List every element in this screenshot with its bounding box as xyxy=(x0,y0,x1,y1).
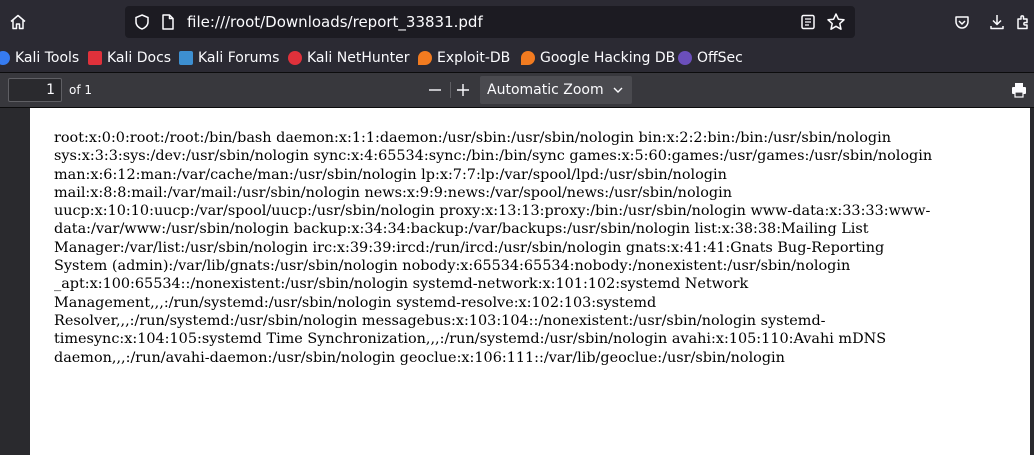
bookmark-kali-forums[interactable]: Kali Forums xyxy=(179,44,279,72)
exploit-db-icon xyxy=(418,51,432,65)
downloads-icon[interactable] xyxy=(981,6,1013,38)
chevron-down-icon xyxy=(612,85,624,95)
text-line: root:x:0:0:root:/root:/bin/bash daemon:x… xyxy=(54,130,891,146)
text-line: _apt:x:100:65534::/nonexistent:/usr/sbin… xyxy=(54,276,749,293)
text-line: uucp:x:10:10:uucp:/var/spool/uucp:/usr/s… xyxy=(54,203,931,220)
navigation-bar: file:///root/Downloads/report_33831.pdf xyxy=(0,0,1034,44)
kali-nethunter-icon xyxy=(288,51,302,65)
url-text[interactable]: file:///root/Downloads/report_33831.pdf xyxy=(187,6,483,38)
text-line: sys:x:3:3:sys:/dev:/usr/sbin/nologin syn… xyxy=(54,148,933,165)
pdf-toolbar: 1 of 1 Automatic Zoom xyxy=(0,73,1034,108)
zoom-select[interactable]: Automatic Zoom xyxy=(480,76,632,104)
pdf-viewer: root:x:0:0:root:/root:/bin/bash daemon:x… xyxy=(0,108,1034,455)
pocket-icon[interactable] xyxy=(946,6,978,38)
bookmark-label: Google Hacking DB xyxy=(540,50,676,66)
bookmark-kali-docs[interactable]: Kali Docs xyxy=(88,44,171,72)
bookmark-kali-tools[interactable]: Kali Tools xyxy=(0,44,79,72)
text-line: data:/var/www:/usr/sbin/nologin backup:x… xyxy=(54,221,869,238)
zoom-in-icon[interactable] xyxy=(453,80,473,100)
bookmark-label: Exploit-DB xyxy=(437,50,511,66)
bookmark-label: Kali Forums xyxy=(198,50,280,66)
bookmark-label: Kali Tools xyxy=(15,50,80,66)
bookmark-kali-nethunter[interactable]: Kali NetHunter xyxy=(288,44,409,72)
bookmark-label: Kali NetHunter xyxy=(307,50,410,66)
ghdb-icon xyxy=(521,51,535,65)
text-line: daemon,,,:/run/avahi-daemon:/usr/sbin/no… xyxy=(54,349,785,366)
kali-tools-icon xyxy=(0,51,10,65)
bookmark-google-hacking-db[interactable]: Google Hacking DB xyxy=(521,44,675,72)
tracking-protection-shield-icon[interactable] xyxy=(133,13,151,31)
home-icon[interactable] xyxy=(2,6,34,38)
print-icon[interactable] xyxy=(1010,81,1028,99)
reader-view-icon[interactable] xyxy=(799,13,817,31)
address-bar[interactable]: file:///root/Downloads/report_33831.pdf xyxy=(125,6,855,38)
bookmarks-toolbar: Kali Tools Kali Docs Kali Forums Kali Ne… xyxy=(0,44,1034,73)
kali-docs-icon xyxy=(88,51,102,65)
pdf-page: root:x:0:0:root:/root:/bin/bash daemon:x… xyxy=(30,108,1030,455)
text-line: Resolver,,,:/run/systemd:/usr/sbin/nolog… xyxy=(54,312,826,329)
kali-forums-icon xyxy=(179,51,193,65)
text-line: Manager:/var/list:/usr/sbin/nologin irc:… xyxy=(54,239,885,256)
extensions-icon[interactable] xyxy=(1014,6,1034,38)
bookmark-label: OffSec xyxy=(697,50,743,66)
bookmark-exploit-db[interactable]: Exploit-DB xyxy=(418,44,510,72)
text-line: mail:x:8:8:mail:/var/mail:/usr/sbin/nolo… xyxy=(54,184,732,201)
zoom-select-value: Automatic Zoom xyxy=(487,82,604,98)
page-count-label: of 1 xyxy=(69,83,93,97)
bookmark-label: Kali Docs xyxy=(107,50,172,66)
zoom-separator xyxy=(450,82,451,98)
page-text: root:x:0:0:root:/root:/bin/bash daemon:x… xyxy=(54,129,1004,367)
offsec-icon xyxy=(678,51,692,65)
bookmark-offsec[interactable]: OffSec xyxy=(678,44,743,72)
text-line: man:x:6:12:man:/var/cache/man:/usr/sbin/… xyxy=(54,166,727,183)
page-document-icon xyxy=(159,13,177,31)
zoom-out-icon[interactable] xyxy=(425,80,445,100)
text-line: timesync:x:104:105:systemd Time Synchron… xyxy=(54,331,887,348)
text-line: Management,,,:/run/systemd:/usr/sbin/nol… xyxy=(54,294,657,311)
page-number-input[interactable]: 1 xyxy=(8,78,62,102)
text-line: System (admin):/var/lib/gnats:/usr/sbin/… xyxy=(54,258,851,275)
bookmark-star-icon[interactable] xyxy=(826,12,846,32)
